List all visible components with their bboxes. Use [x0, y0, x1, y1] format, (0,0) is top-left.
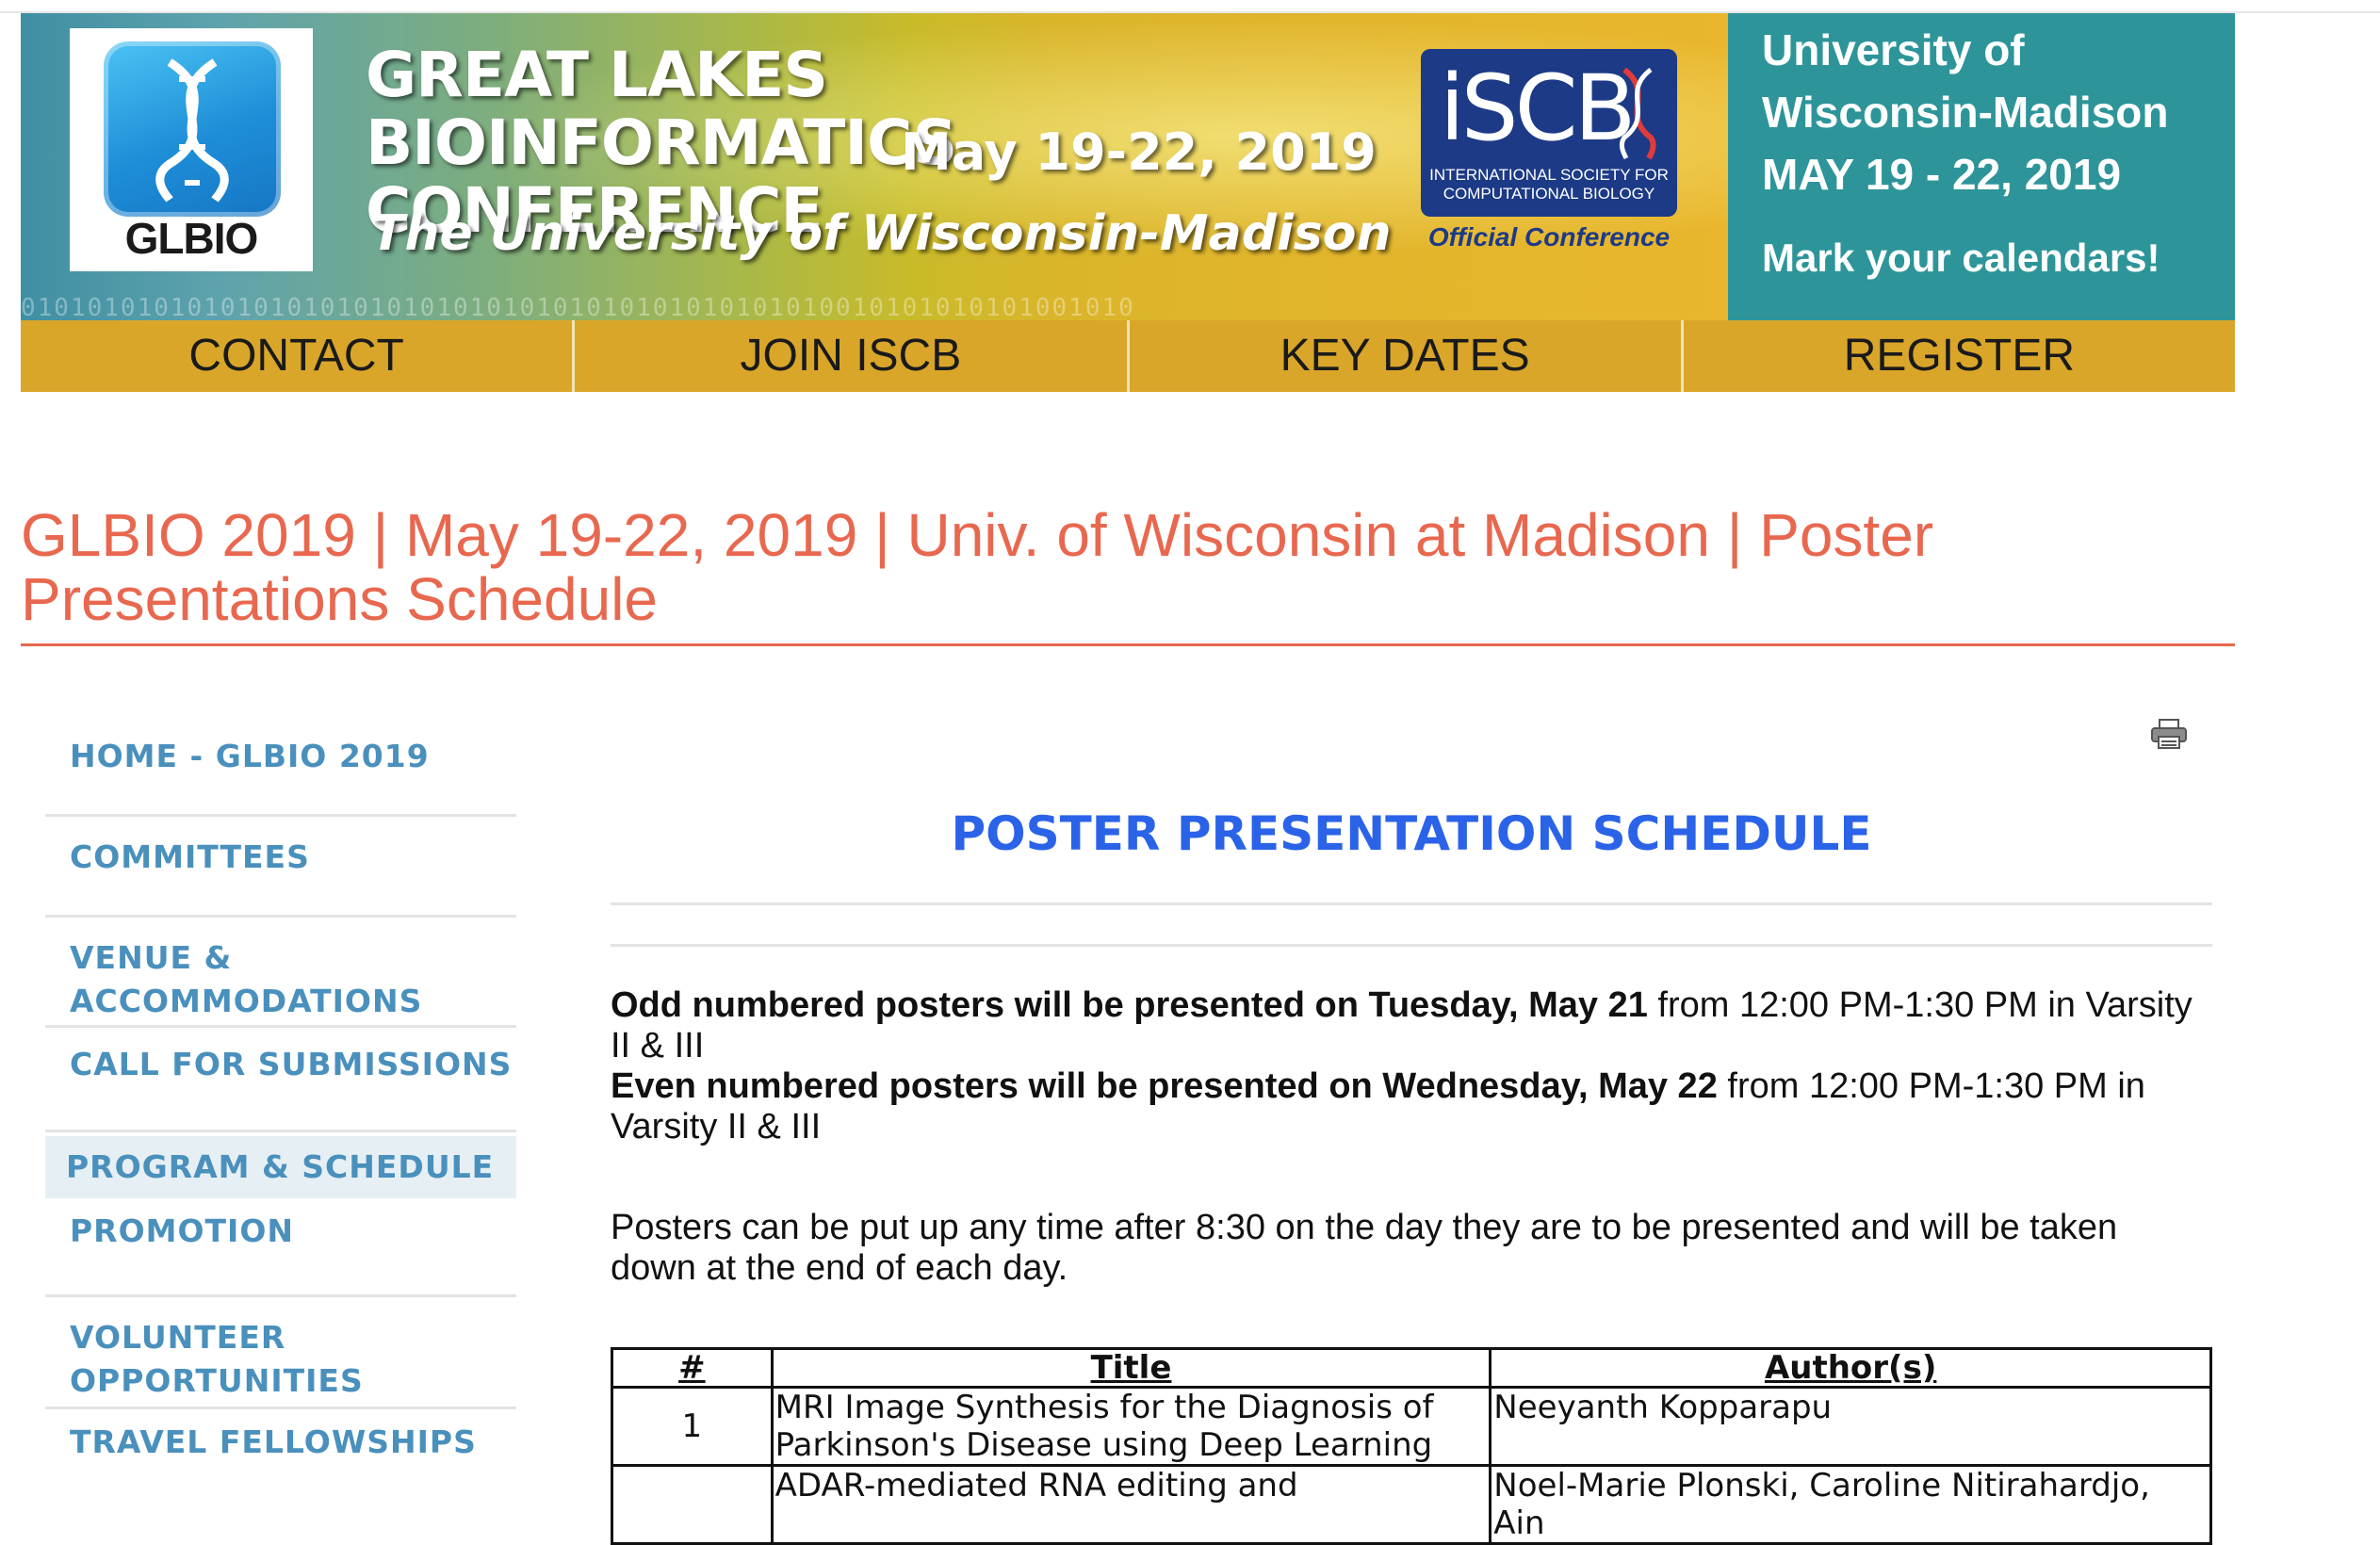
- banner-university: The University of Wisconsin-Madison: [371, 205, 1392, 262]
- odd-posters-bold: Odd numbered posters will be presented o…: [611, 985, 1648, 1025]
- iscb-subtitle: INTERNATIONAL SOCIETY FOR COMPUTATIONAL …: [1421, 166, 1677, 203]
- sidebar-item-promotion[interactable]: PROMOTION: [45, 1198, 516, 1294]
- sidebar-divider: [45, 1130, 516, 1132]
- sidebar-item-committees[interactable]: COMMITTEES: [45, 817, 516, 915]
- iscb-dna-icon: [1619, 67, 1656, 160]
- content-divider: [611, 944, 2212, 947]
- sidebar-item-venue[interactable]: VENUE & ACCOMMODATIONS: [45, 918, 421, 1025]
- column-header-number: #: [611, 1347, 774, 1389]
- schedule-heading: POSTER PRESENTATION SCHEDULE: [951, 806, 1872, 861]
- banner-binary-pattern: 0101010101010101010101010101010101010101…: [21, 294, 1135, 320]
- table-header-row: # Title Author(s): [611, 1347, 2212, 1389]
- sidebar-item-volunteer[interactable]: VOLUNTEER OPPORTUNITIES: [45, 1297, 363, 1407]
- poster-authors: Noel-Marie Plonski, Caroline Nitirahardj…: [1489, 1464, 2212, 1545]
- banner-side-line3: MAY 19 - 22, 2019: [1762, 150, 2122, 199]
- column-header-title: Title: [770, 1347, 1492, 1389]
- sidebar-nav: HOME - GLBIO 2019 COMMITTEES VENUE & ACC…: [45, 716, 516, 1464]
- banner-side-line1: University of: [1762, 25, 2025, 74]
- poster-authors: Neeyanth Kopparapu: [1489, 1386, 2212, 1467]
- title-divider: [21, 643, 2235, 646]
- nav-join-iscb[interactable]: JOIN ISCB: [575, 320, 1130, 392]
- printer-icon[interactable]: [2150, 718, 2188, 755]
- page-title: GLBIO 2019 | May 19-22, 2019 | Univ. of …: [21, 501, 1934, 633]
- poster-number: [611, 1464, 774, 1545]
- poster-title: ADAR-mediated RNA editing and: [770, 1464, 1492, 1545]
- nav-register[interactable]: REGISTER: [1684, 320, 2235, 392]
- table-row: ADAR-mediated RNA editing and Noel-Marie…: [611, 1464, 2212, 1545]
- iscb-wordmark: iSCB: [1440, 56, 1636, 161]
- nav-contact[interactable]: CONTACT: [21, 320, 576, 392]
- table-row: 1 MRI Image Synthesis for the Diagnosis …: [611, 1386, 2212, 1467]
- even-posters-bold: Even numbered posters will be presented …: [611, 1066, 1718, 1106]
- logo-wordmark: GLBIO: [124, 214, 259, 263]
- banner-dates: May 19-22, 2019: [901, 122, 1377, 182]
- iscb-official-label: Official Conference: [1427, 222, 1671, 252]
- glbio-logo[interactable]: GLBIO: [70, 28, 313, 271]
- odd-posters-note: Odd numbered posters will be presented o…: [611, 985, 2212, 1066]
- sidebar-item-home[interactable]: HOME - GLBIO 2019: [45, 716, 516, 814]
- even-posters-note: Even numbered posters will be presented …: [611, 1066, 2212, 1147]
- poster-table: # Title Author(s) 1 MRI Image Synthesis …: [611, 1347, 2212, 1545]
- poster-title: MRI Image Synthesis for the Diagnosis of…: [770, 1386, 1492, 1467]
- iscb-logo[interactable]: iSCB INTERNATIONAL SOCIETY FOR COMPUTATI…: [1421, 49, 1677, 217]
- banner-info-panel: University of Wisconsin-Madison MAY 19 -…: [1728, 13, 2235, 320]
- banner-side-line2: Wisconsin-Madison: [1762, 88, 2169, 137]
- nav-key-dates[interactable]: KEY DATES: [1130, 320, 1684, 392]
- content-divider: [611, 903, 2212, 905]
- column-header-authors: Author(s): [1489, 1347, 2212, 1389]
- banner-cta: Mark your calendars!: [1762, 236, 2160, 280]
- iscb-subtitle-line2: COMPUTATIONAL BIOLOGY: [1443, 185, 1655, 203]
- posters-setup-note: Posters can be put up any time after 8:3…: [611, 1208, 2118, 1288]
- conference-banner: 0101010101010101010101010101010101010101…: [21, 13, 1728, 320]
- poster-number: 1: [611, 1386, 774, 1467]
- sidebar-item-travel-fellowships[interactable]: TRAVEL FELLOWSHIPS: [45, 1409, 516, 1464]
- main-nav: CONTACT JOIN ISCB KEY DATES REGISTER: [21, 320, 2235, 392]
- sidebar-item-program-schedule[interactable]: PROGRAM & SCHEDULE: [45, 1136, 516, 1198]
- iscb-subtitle-line1: INTERNATIONAL SOCIETY FOR: [1429, 166, 1669, 184]
- sidebar-item-call-for-submissions[interactable]: CALL FOR SUBMISSIONS: [45, 1028, 516, 1130]
- dna-logo-icon: [104, 41, 281, 217]
